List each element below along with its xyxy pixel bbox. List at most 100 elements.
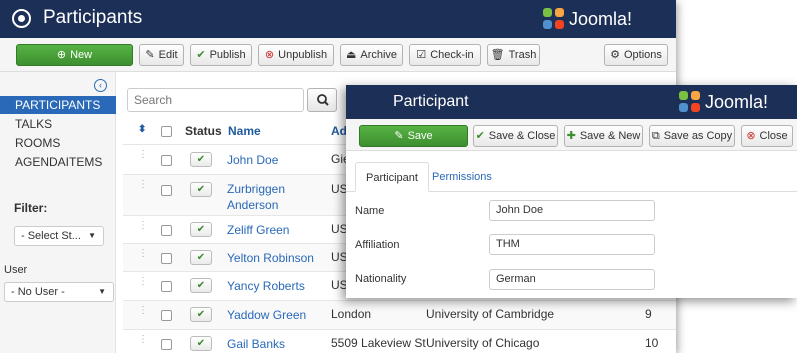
row-name-link[interactable]: Gail Banks [227, 336, 285, 352]
nationality-field[interactable]: German [489, 269, 655, 290]
published-check-icon[interactable]: ✔ [190, 307, 212, 322]
search-icon [317, 94, 329, 106]
publish-button[interactable]: ✔ Publish [190, 44, 252, 66]
filter-label: Filter: [14, 201, 48, 215]
save-copy-button[interactable]: ⧉ Save as Copy [649, 125, 735, 147]
name-field[interactable]: John Doe [489, 200, 655, 221]
edit-header-bar: Participant Joomla! [346, 85, 797, 119]
plus-icon: ✚ [566, 129, 576, 142]
row-name-link[interactable]: John Doe [227, 152, 278, 168]
save-edit-icon: ✎ [394, 129, 404, 142]
row-checkbox[interactable] [161, 225, 172, 236]
joomla-wordmark: Joomla! [569, 8, 633, 29]
row-checkbox[interactable] [161, 155, 172, 166]
name-field-label: Name [355, 205, 385, 217]
published-check-icon[interactable]: ✔ [190, 152, 212, 167]
edit-button[interactable]: ✎ Edit [139, 44, 184, 66]
joomla-wordmark: Joomla! [705, 91, 769, 112]
options-button[interactable]: ⚙ Options [604, 44, 668, 66]
unpublish-button[interactable]: ⊗ Unpublish [258, 44, 334, 66]
tab-permissions[interactable]: Permissions [422, 162, 502, 192]
table-row[interactable]: ⋮ ✔ Yaddow Green London University of Ca… [123, 300, 676, 329]
collapse-sidebar-icon[interactable]: ‹ [94, 79, 107, 92]
row-checkbox[interactable] [161, 339, 172, 350]
new-button[interactable]: ⊕ New [16, 44, 133, 66]
row-affiliation: University of Cambridge [426, 307, 555, 321]
row-name-link[interactable]: Yancy Roberts [227, 278, 305, 294]
name-column-header[interactable]: Name [228, 124, 261, 138]
copy-icon: ⧉ [651, 129, 660, 142]
published-check-icon[interactable]: ✔ [190, 278, 212, 293]
sidebar-item-participants[interactable]: PARTICIPANTS [0, 96, 116, 114]
sidebar-item-agendaitems[interactable]: AGENDAITEMS [0, 153, 116, 171]
address-column-header[interactable]: Ad [331, 124, 347, 138]
checkbox-icon: ☑ [416, 48, 427, 61]
published-check-icon[interactable]: ✔ [190, 250, 212, 265]
sort-order-icon[interactable]: ⬍ [138, 124, 146, 135]
chevron-down-icon: ▼ [98, 287, 106, 296]
joomla-logo[interactable]: Joomla! [543, 8, 632, 30]
row-name-link[interactable]: Zurbriggen Anderson [227, 181, 307, 213]
edit-icon: ✎ [145, 48, 155, 61]
save-new-button[interactable]: ✚ Save & New [564, 125, 643, 147]
drag-handle-icon[interactable]: ⋮ [138, 180, 148, 190]
row-address: 5509 Lakeview St [331, 336, 426, 350]
joomla-mark-icon [543, 8, 565, 30]
sidebar: ‹ PARTICIPANTS TALKS ROOMS AGENDAITEMS F… [0, 72, 116, 353]
edit-page-title: Participant [393, 93, 469, 110]
close-button[interactable]: ⊗ Close [741, 125, 793, 147]
archive-button[interactable]: ⏏ Archive [340, 44, 403, 66]
participant-edit-window: Participant Joomla! ✎ Save ✔ Save & Clos… [346, 85, 797, 298]
archive-icon: ⏏ [345, 48, 357, 61]
table-row[interactable]: ⋮ ✔ Gail Banks 5509 Lakeview St Universi… [123, 329, 676, 353]
row-name-link[interactable]: Yelton Robinson [227, 250, 314, 266]
user-filter-select[interactable]: - No User - ▼ [4, 282, 114, 302]
published-check-icon[interactable]: ✔ [190, 182, 212, 197]
trash-button[interactable]: 🗑 Trash [487, 44, 540, 66]
joomla-logo[interactable]: Joomla! [679, 91, 768, 113]
row-name-link[interactable]: Zeliff Green [227, 222, 289, 238]
user-filter-label: User [4, 264, 28, 276]
page-title: Participants [43, 7, 143, 28]
trash-icon: 🗑 [490, 48, 505, 61]
row-count: 10 [645, 336, 659, 350]
row-affiliation: University of Chicago [426, 336, 540, 350]
close-icon: ⊗ [746, 129, 756, 142]
plus-circle-icon: ⊕ [56, 48, 67, 61]
drag-handle-icon[interactable]: ⋮ [138, 221, 148, 231]
chevron-down-icon: ▼ [88, 231, 96, 240]
row-checkbox[interactable] [161, 253, 172, 264]
affiliation-field-label: Affiliation [355, 239, 400, 251]
select-all-checkbox[interactable] [161, 126, 172, 137]
tab-participant[interactable]: Participant [355, 162, 429, 192]
save-button[interactable]: ✎ Save [359, 125, 468, 147]
drag-handle-icon[interactable]: ⋮ [138, 249, 148, 259]
sidebar-item-talks[interactable]: TALKS [0, 115, 116, 133]
row-checkbox[interactable] [161, 281, 172, 292]
status-column-header[interactable]: Status [185, 124, 222, 138]
drag-handle-icon[interactable]: ⋮ [138, 277, 148, 287]
row-checkbox[interactable] [161, 310, 172, 321]
search-button[interactable] [307, 88, 337, 112]
checkin-button[interactable]: ☑ Check-in [409, 44, 481, 66]
row-address: London [331, 307, 372, 321]
action-toolbar: ⊕ New ✎ Edit ✔ Publish ⊗ Unpublish ⏏ Arc… [0, 38, 676, 72]
header-bar: Participants Joomla! [0, 0, 676, 38]
gear-icon: ⚙ [610, 48, 620, 61]
sidebar-item-rooms[interactable]: ROOMS [0, 134, 116, 152]
published-check-icon[interactable]: ✔ [190, 222, 212, 237]
status-filter-select[interactable]: - Select St... ▼ [14, 226, 104, 246]
drag-handle-icon[interactable]: ⋮ [138, 335, 148, 345]
drag-handle-icon[interactable]: ⋮ [138, 306, 148, 316]
search-input[interactable]: Search [127, 88, 304, 112]
joomla-mark-icon [679, 91, 701, 113]
published-check-icon[interactable]: ✔ [190, 336, 212, 351]
row-checkbox[interactable] [161, 185, 172, 196]
drag-handle-icon[interactable]: ⋮ [138, 150, 148, 160]
edit-toolbar: ✎ Save ✔ Save & Close ✚ Save & New ⧉ Sav… [346, 119, 797, 151]
nationality-field-label: Nationality [355, 273, 407, 285]
save-close-button[interactable]: ✔ Save & Close [473, 125, 558, 147]
row-name-link[interactable]: Yaddow Green [227, 307, 306, 323]
affiliation-field[interactable]: THM [489, 234, 655, 255]
check-icon: ✔ [196, 48, 206, 61]
